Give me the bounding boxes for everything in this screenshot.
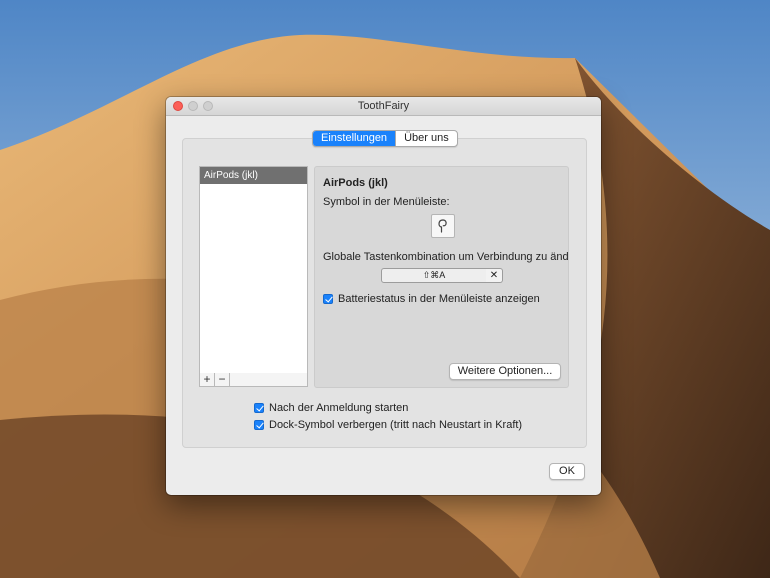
launch-at-login-checkbox[interactable] (254, 403, 264, 413)
tab-einstellungen[interactable]: Einstellungen (313, 131, 396, 146)
launch-at-login-label: Nach der Anmeldung starten (269, 402, 409, 414)
battery-status-label: Batteriestatus in der Menüleiste anzeige… (338, 293, 540, 305)
airpod-icon (438, 219, 447, 233)
ok-button[interactable]: OK (549, 463, 585, 480)
hide-dock-icon-label: Dock-Symbol verbergen (tritt nach Neusta… (269, 419, 523, 431)
shortcut-recorder[interactable]: ⇧⌘A (381, 268, 487, 283)
device-list[interactable]: AirPods (jkl) (199, 166, 308, 374)
list-item[interactable]: AirPods (jkl) (200, 167, 307, 184)
more-options-button[interactable]: Weitere Optionen... (449, 363, 561, 380)
symbol-label: Symbol in der Menüleiste: (323, 196, 450, 208)
title-bar[interactable]: ToothFairy (166, 97, 601, 116)
device-title: AirPods (jkl) (323, 177, 388, 189)
add-device-button[interactable]: + (200, 373, 215, 386)
symbol-picker[interactable] (431, 214, 455, 238)
zoom-button[interactable] (203, 101, 213, 111)
minimize-button[interactable] (188, 101, 198, 111)
device-detail-panel: AirPods (jkl) Symbol in der Menüleiste: … (314, 166, 569, 388)
toothfairy-window: ToothFairy Einstellungen Über uns AirPod… (166, 97, 601, 495)
clear-shortcut-button[interactable]: ✕ (486, 268, 503, 283)
hide-dock-icon-option[interactable]: Dock-Symbol verbergen (tritt nach Neusta… (254, 419, 522, 431)
battery-status-checkbox[interactable] (323, 294, 333, 304)
remove-device-button[interactable]: − (215, 373, 230, 386)
battery-status-option[interactable]: Batteriestatus in der Menüleiste anzeige… (323, 293, 540, 305)
hide-dock-icon-checkbox[interactable] (254, 420, 264, 430)
close-button[interactable] (173, 101, 183, 111)
shortcut-label: Globale Tastenkombination um Verbindung … (323, 251, 568, 263)
list-controls: + − (199, 373, 308, 387)
tab-bar: Einstellungen Über uns (312, 130, 458, 147)
launch-at-login-option[interactable]: Nach der Anmeldung starten (254, 402, 408, 414)
window-title: ToothFairy (357, 100, 410, 112)
tab-ueber-uns[interactable]: Über uns (395, 131, 457, 146)
